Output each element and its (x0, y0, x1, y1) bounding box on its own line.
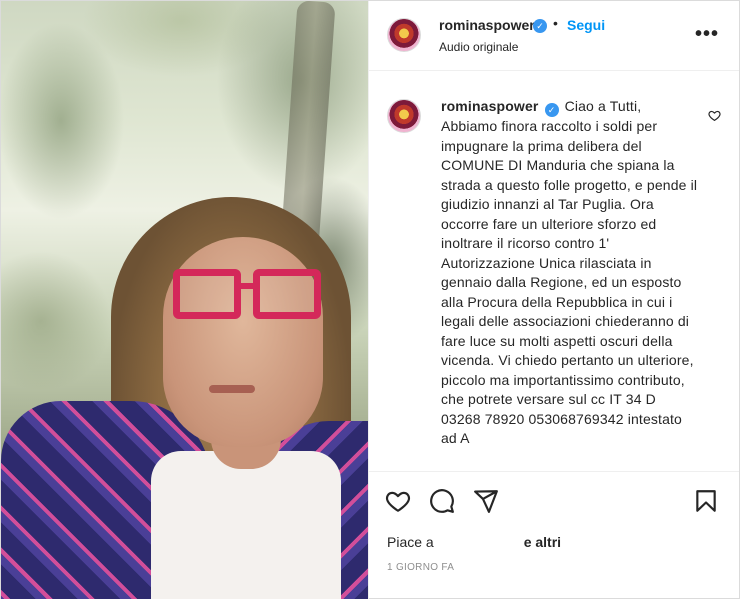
comment-icon[interactable] (429, 488, 455, 514)
action-bar (369, 471, 739, 531)
instagram-post-modal: rominaspower ✓ • Segui Audio originale •… (0, 0, 740, 599)
header-username[interactable]: rominaspower (439, 17, 535, 33)
audio-label[interactable]: Audio originale (439, 40, 518, 54)
likes-prefix: Piace a (387, 534, 434, 550)
bookmark-icon[interactable] (693, 488, 719, 514)
person-mouth (209, 385, 255, 393)
verified-badge-icon: ✓ (533, 19, 547, 33)
follow-button[interactable]: Segui (567, 17, 605, 33)
post-header: rominaspower ✓ • Segui Audio originale •… (369, 1, 739, 71)
caption-section: rominaspower ✓ Ciao a Tutti, Abbiamo fin… (369, 87, 739, 469)
likes-suffix[interactable]: e altri (524, 534, 561, 550)
post-timestamp[interactable]: 1 GIORNO FA (387, 562, 454, 573)
caption: rominaspower ✓ Ciao a Tutti, Abbiamo fin… (441, 97, 699, 449)
share-icon[interactable] (473, 488, 499, 514)
heart-small-icon[interactable] (708, 109, 721, 122)
post-video[interactable] (1, 1, 368, 599)
caption-text: Ciao a Tutti, Abbiamo finora raccolto i … (441, 98, 698, 446)
caption-verified-icon: ✓ (544, 103, 559, 117)
more-options-icon[interactable]: ••• (695, 23, 719, 46)
likes-summary[interactable]: Piace a e altri (387, 534, 561, 550)
caption-username[interactable]: rominaspower (441, 98, 539, 114)
heart-icon[interactable] (385, 488, 411, 514)
avatar[interactable] (387, 18, 421, 52)
caption-avatar[interactable] (387, 99, 421, 133)
post-side-panel: rominaspower ✓ • Segui Audio originale •… (368, 1, 739, 599)
red-glasses (173, 269, 323, 329)
person-shirt (151, 451, 341, 599)
separator-dot: • (553, 15, 558, 31)
